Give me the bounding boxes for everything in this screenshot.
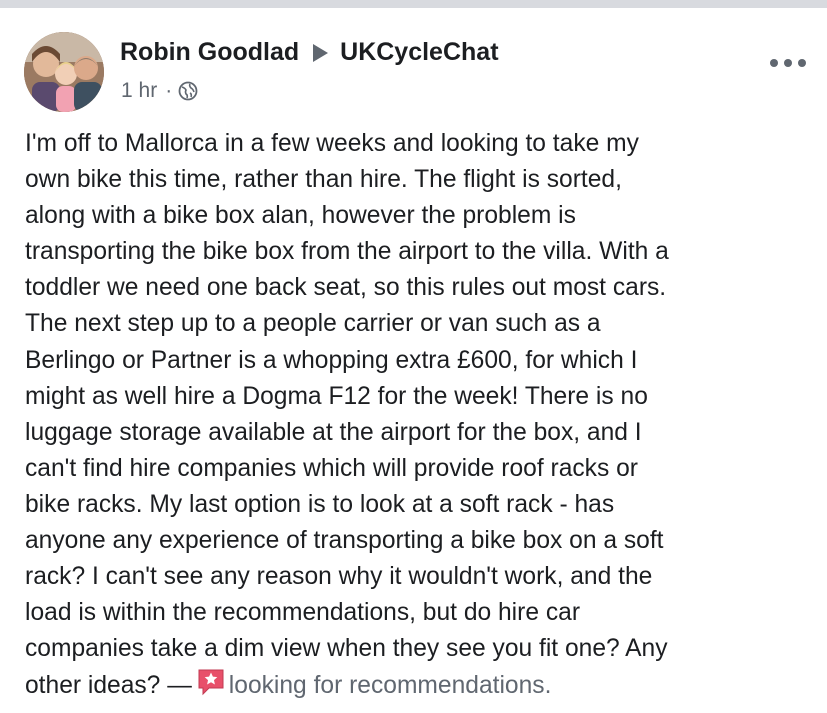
post-body-line: I'm off to Mallorca in a few weeks and l… <box>25 130 639 157</box>
recommendation-star-icon <box>196 667 226 697</box>
post-body-line-prefix: other ideas? — <box>25 672 192 700</box>
post-body-line: along with a bike box alan, however the … <box>25 202 576 230</box>
more-dot <box>784 59 792 67</box>
post-body-line: bike racks. My last option is to look at… <box>25 490 615 518</box>
post-body-line: can't find hire companies which will pro… <box>25 454 638 482</box>
post-body-line: rack? I can't see any reason why it woul… <box>25 563 653 591</box>
top-divider <box>0 0 827 8</box>
post-body-line: load is within the recommendations, but … <box>25 599 581 627</box>
group-name[interactable]: UKCycleChat <box>340 38 498 67</box>
post-meta: 1 hr · <box>121 79 198 103</box>
post-header: Robin Goodlad UKCycleChat <box>120 38 499 67</box>
post-body-line: transporting the bike box from the airpo… <box>25 238 669 266</box>
share-arrow-icon <box>313 43 329 62</box>
post-card: Robin Goodlad UKCycleChat 1 hr · I'm off… <box>0 8 827 713</box>
timestamp[interactable]: 1 hr <box>121 79 157 103</box>
post-body-line: might as well hire a Dogma F12 for the w… <box>25 382 648 410</box>
post-body-line: luggage storage available at the airport… <box>25 418 642 446</box>
post-body: I'm off to Mallorca in a few weeks and l… <box>25 126 815 705</box>
post-body-line: toddler we need one back seat, so this r… <box>25 274 667 302</box>
post-body-last-line: other ideas? — looking for recommendatio… <box>25 667 815 704</box>
globe-icon[interactable] <box>178 81 198 101</box>
avatar[interactable] <box>24 32 104 112</box>
post-body-line: Berlingo or Partner is a whopping extra … <box>25 346 638 374</box>
meta-separator: · <box>165 79 173 102</box>
post-body-line: anyone any experience of transporting a … <box>25 527 664 555</box>
post-body-line: companies take a dim view when they see … <box>25 635 668 663</box>
post-body-line: own bike this time, rather than hire. Th… <box>25 166 622 194</box>
more-options-icon[interactable] <box>770 56 806 70</box>
more-dot <box>798 59 806 67</box>
feeling-activity[interactable]: looking for recommendations. <box>229 672 552 699</box>
more-dot <box>770 59 778 67</box>
post-body-line: The next step up to a people carrier or … <box>25 310 601 338</box>
author-name[interactable]: Robin Goodlad <box>120 38 299 67</box>
